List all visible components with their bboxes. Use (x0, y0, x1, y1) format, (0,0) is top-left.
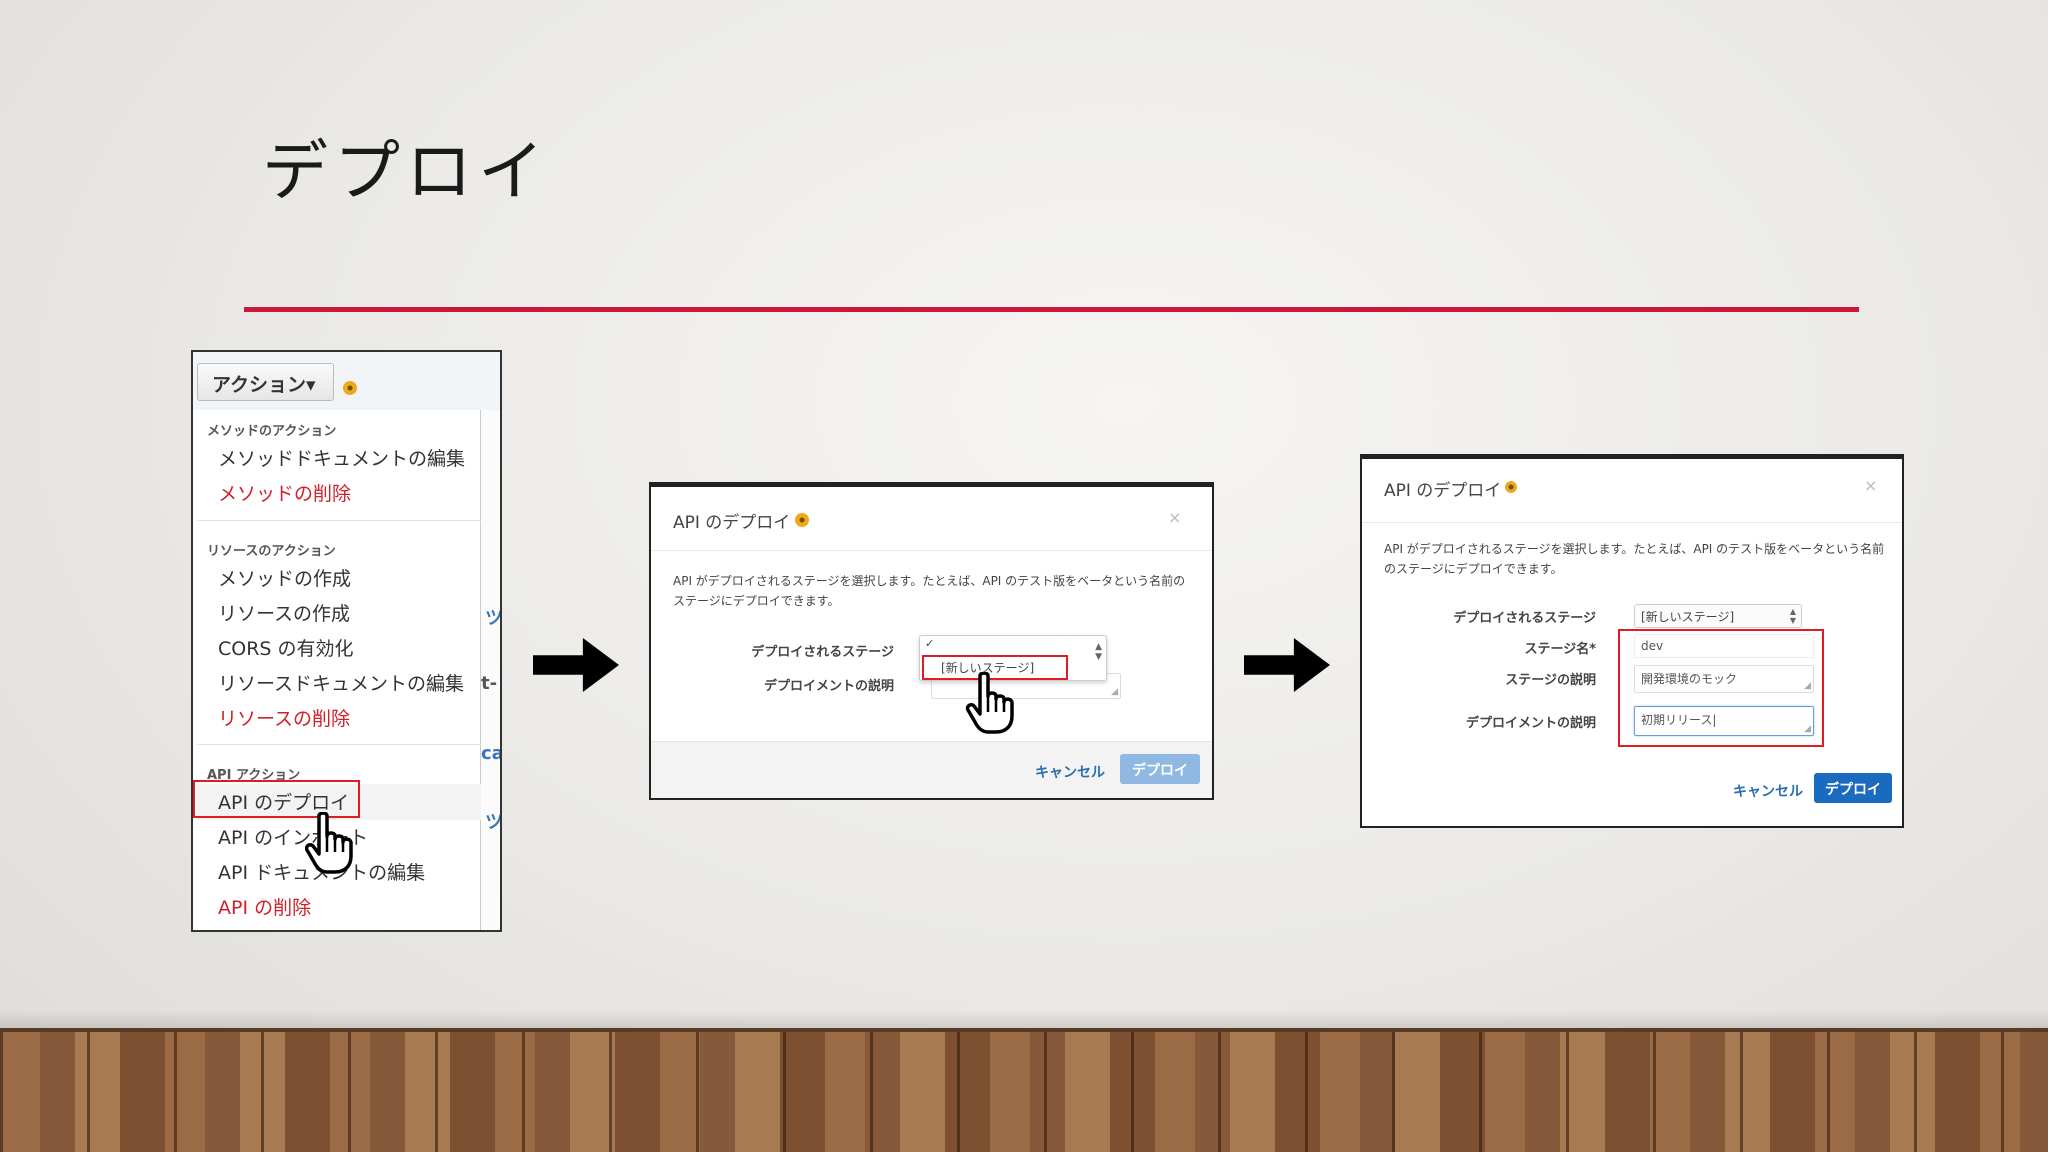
close-icon[interactable]: × (1168, 508, 1181, 527)
menu-item-edit-resource-docs[interactable]: リソースドキュメントの編集 (218, 669, 464, 696)
deployment-description-label: デプロイメントの説明 (763, 679, 894, 694)
menu-item-delete-method[interactable]: メソッドの削除 (218, 479, 351, 506)
actions-toolbar: アクション▾ (193, 352, 500, 410)
step-arrow-icon (1244, 638, 1330, 692)
deploy-dialog-select-stage: API のデプロイ × API がデプロイされるステージを選択します。たとえば、… (649, 482, 1214, 800)
dialog-title: API のデプロイ (673, 513, 791, 533)
edge-fragment: ツ (485, 812, 502, 833)
dialog-footer: キャンセル デプロイ (1362, 763, 1902, 826)
pointer-hand-icon (965, 672, 1014, 734)
deploy-button-disabled[interactable]: デプロイ (1120, 754, 1200, 784)
actions-dropdown-button[interactable]: アクション▾ (197, 363, 334, 401)
highlight-box-stage-fields (1618, 629, 1824, 747)
info-icon (343, 381, 357, 395)
dialog-description: API がデプロイされるステージを選択します。たとえば、API のテスト版をベー… (673, 574, 1186, 608)
stage-dropdown[interactable]: [新しいステージ] ▲ ▼ (1634, 604, 1802, 628)
menu-item-delete-resource[interactable]: リソースの削除 (218, 704, 350, 731)
menu-item-create-method[interactable]: メソッドの作成 (218, 564, 351, 591)
slide-title: デプロイ (262, 133, 550, 210)
stage-dropdown-value: [新しいステージ] (1641, 610, 1735, 624)
edge-fragment: t- (481, 673, 498, 694)
menu-item-edit-method-docs[interactable]: メソッドドキュメントの編集 (218, 444, 465, 471)
close-icon[interactable]: × (1864, 476, 1877, 495)
actions-menu-screenshot: アクション▾ メソッドのアクション メソッドドキュメントの編集 メソッドの削除 … (191, 350, 502, 932)
dropdown-arrows-icon: ▲ ▼ (1095, 642, 1102, 662)
resource-actions-heading: リソースのアクション (207, 544, 336, 559)
wall-floor-shadow (0, 1010, 2048, 1030)
stage-description-label: ステージの説明 (1505, 673, 1596, 688)
dialog-footer: キャンセル デプロイ (651, 741, 1212, 798)
deploy-button[interactable]: デプロイ (1814, 773, 1892, 803)
background-page-edge: ツ t- ca ツ (481, 410, 502, 930)
menu-divider (197, 520, 481, 521)
stage-field-label: デプロイされるステージ (751, 645, 894, 660)
cancel-button[interactable]: キャンセル (1733, 781, 1803, 801)
dialog-header: API のデプロイ × (651, 487, 1212, 551)
menu-item-create-resource[interactable]: リソースの作成 (218, 599, 350, 626)
resize-handle-icon: ◢ (1111, 687, 1118, 697)
method-actions-heading: メソッドのアクション (207, 424, 337, 439)
cancel-button[interactable]: キャンセル (1035, 762, 1105, 782)
deployment-description-label: デプロイメントの説明 (1465, 716, 1596, 731)
menu-divider (197, 744, 481, 745)
dropdown-arrows-icon: ▲ ▼ (1789, 607, 1796, 625)
edge-fragment: ca (481, 743, 502, 764)
selected-check-icon: ✓ (925, 637, 935, 650)
wooden-floor (0, 1028, 2048, 1152)
info-icon (795, 513, 809, 527)
menu-item-delete-api[interactable]: API の削除 (218, 893, 311, 920)
edge-fragment: ツ (485, 608, 502, 629)
menu-item-enable-cors[interactable]: CORS の有効化 (218, 634, 354, 661)
pointer-hand-icon (305, 812, 353, 874)
deploy-dialog-new-stage: API のデプロイ × API がデプロイされるステージを選択します。たとえば、… (1360, 454, 1904, 828)
step-arrow-icon (533, 638, 619, 692)
dialog-header: API のデプロイ × (1362, 459, 1902, 523)
dialog-title: API のデプロイ (1384, 481, 1502, 501)
dialog-description: API がデプロイされるステージを選択します。たとえば、API のテスト版をベー… (1384, 542, 1885, 576)
title-divider (244, 307, 1859, 312)
info-icon (1505, 481, 1517, 493)
stage-name-label: ステージ名* (1524, 642, 1596, 657)
stage-field-label: デプロイされるステージ (1453, 611, 1596, 626)
